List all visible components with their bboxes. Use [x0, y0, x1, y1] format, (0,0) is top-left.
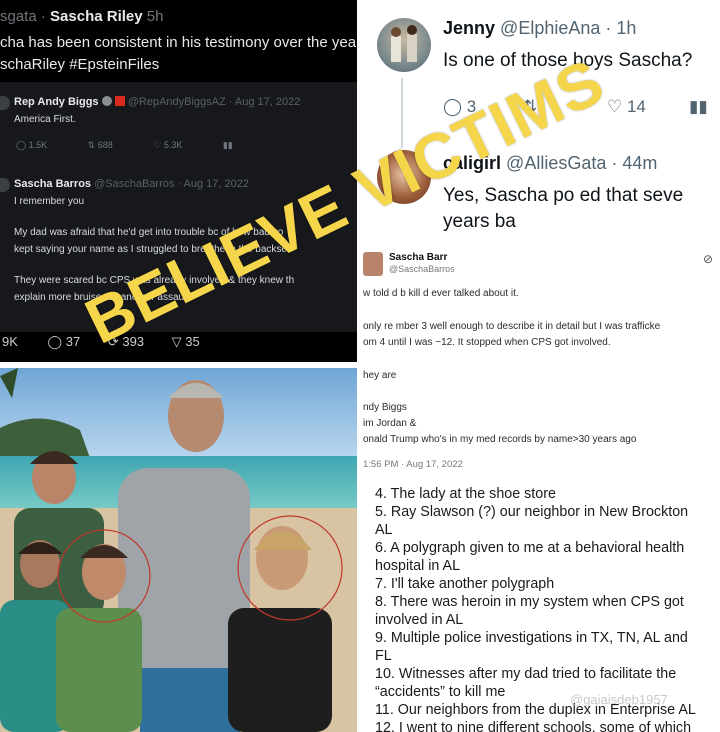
tweet-text-line: cha has been consistent in his testimony… [0, 34, 357, 51]
retweet-count: 393 [122, 334, 145, 349]
like-count: 14 [626, 97, 646, 116]
tweet-timestamp: 1:56 PM · Aug 17, 2022 [363, 459, 463, 470]
tweet-stats-bar: 9K ◯ 37 ⟳ 393 ▽ 35 [0, 334, 357, 350]
reply-author[interactable]: caligirl @AlliesGata · 44m [443, 153, 657, 174]
tweet-header: sgata · Sascha Riley 5h [0, 8, 164, 25]
tweet-line: only re mber 3 well enough to describe i… [363, 321, 661, 332]
avatar[interactable] [0, 96, 10, 110]
reply-line: kept saying your name as I struggled to … [14, 244, 287, 255]
list-item: FL [375, 648, 392, 664]
reply-text: Is one of those boys Sascha? [443, 50, 693, 71]
views-count: 9K [2, 334, 18, 349]
quoted-author[interactable]: Rep Andy Biggs @RepAndyBiggsAZ · Aug 17,… [14, 96, 300, 108]
list-item: “accidents” to kill me [375, 684, 506, 700]
avatar-photo-icon [391, 25, 417, 62]
avatar[interactable] [0, 178, 10, 192]
reply-count: 37 [65, 334, 81, 349]
tweet-line: hey are [363, 370, 397, 381]
like-icon[interactable]: ♡ 14 [607, 97, 646, 117]
header-name[interactable]: Sascha Riley [50, 8, 143, 25]
quoted-thread-card: Rep Andy Biggs @RepAndyBiggsAZ · Aug 17,… [0, 82, 357, 332]
photo-image [0, 368, 357, 732]
list-item: 4. The lady at the shoe store [375, 486, 556, 502]
list-item: 5. Ray Slawson (?) our neighbor in New B… [375, 504, 689, 520]
reply-line: I remember you [14, 196, 85, 207]
reply-line: They were scared bc CPS was already invo… [14, 275, 295, 286]
header-time: 5h [146, 8, 164, 25]
list-item: 9. Multiple police investigations in TX,… [375, 630, 688, 646]
verified-badge-icon [101, 96, 112, 106]
tweet-handle: @SaschaBarros [389, 264, 455, 274]
thread-panel: Jenny @ElphieAna · 1h Is one of those bo… [363, 0, 720, 242]
retweet-icon[interactable]: ⟳ [108, 334, 119, 349]
views-icon[interactable]: ▮▮ [689, 97, 708, 117]
list-item: 7. I'll take another polygraph [375, 576, 555, 592]
quoted-actions: ◯ 1.5K ⇅ 688 ♡ 5.3K ▮▮ [16, 140, 233, 150]
beach-photo [0, 368, 357, 732]
tweet-hashtags[interactable]: schaRiley #EpsteinFiles [0, 56, 159, 73]
tweet-line: w told d b kill d ever talked about it. [363, 288, 519, 299]
tweet-line: im Jordan & [363, 418, 417, 429]
tweet-line: ndy Biggs [363, 402, 407, 413]
small-tweet-panel: Sascha Barr @SaschaBarros ⊘ w told d b k… [363, 246, 720, 480]
retweet-icon[interactable]: ⇅ [88, 140, 96, 150]
list-item: hospital in AL [375, 558, 461, 574]
list-item: 8. There was heroin in my system when CP… [375, 594, 684, 610]
flag-icon [114, 96, 125, 106]
dark-tweet-panel: sgata · Sascha Riley 5h cha has been con… [0, 0, 357, 362]
reply-line: explain more bruises or another assault. [14, 292, 192, 303]
avatar[interactable] [377, 150, 431, 204]
tweet-line: om 4 until I was ~12. It stopped when CP… [363, 337, 611, 348]
list-item: involved in AL [375, 612, 464, 628]
list-item: 10. Witnesses after my dad tried to faci… [375, 666, 677, 682]
more-icon[interactable]: ⊘ [703, 252, 713, 266]
reply-icon[interactable]: ◯ [48, 334, 63, 349]
reply-text: years ba [443, 211, 516, 232]
retweet-icon[interactable]: ⇅ [523, 97, 537, 117]
share-count: 35 [185, 334, 200, 349]
reply-count: 3 [466, 97, 477, 116]
tweet-line: onald Trump who's in my med records by n… [363, 434, 637, 445]
list-item: 6. A polygraph given to me at a behavior… [375, 540, 685, 556]
share-icon[interactable]: ▽ [172, 334, 182, 349]
list-item: AL [375, 522, 393, 538]
like-icon[interactable]: ♡ [153, 140, 161, 150]
watermark: @gaiaisdeb1957 [570, 692, 668, 707]
reply-line: My dad was afraid that he'd get into tro… [14, 227, 284, 238]
thread-connector [401, 78, 403, 148]
avatar[interactable] [377, 18, 431, 72]
reply-text: Yes, Sascha po ed that seve [443, 185, 684, 206]
reply-author[interactable]: Sascha Barros @SaschaBarros · Aug 17, 20… [14, 178, 249, 190]
list-item: 12. I went to nine different schools, so… [375, 720, 692, 732]
tweet-author[interactable]: Sascha Barr [389, 252, 447, 263]
avatar[interactable] [363, 252, 383, 276]
reply-author[interactable]: Jenny @ElphieAna · 1h [443, 18, 636, 39]
reply-icon[interactable]: ◯ [16, 140, 26, 150]
header-handle: sgata [0, 8, 37, 25]
quoted-text: America First. [14, 114, 76, 125]
reply-icon[interactable]: ◯ 3 [443, 97, 476, 117]
views-icon[interactable]: ▮▮ [223, 140, 233, 150]
